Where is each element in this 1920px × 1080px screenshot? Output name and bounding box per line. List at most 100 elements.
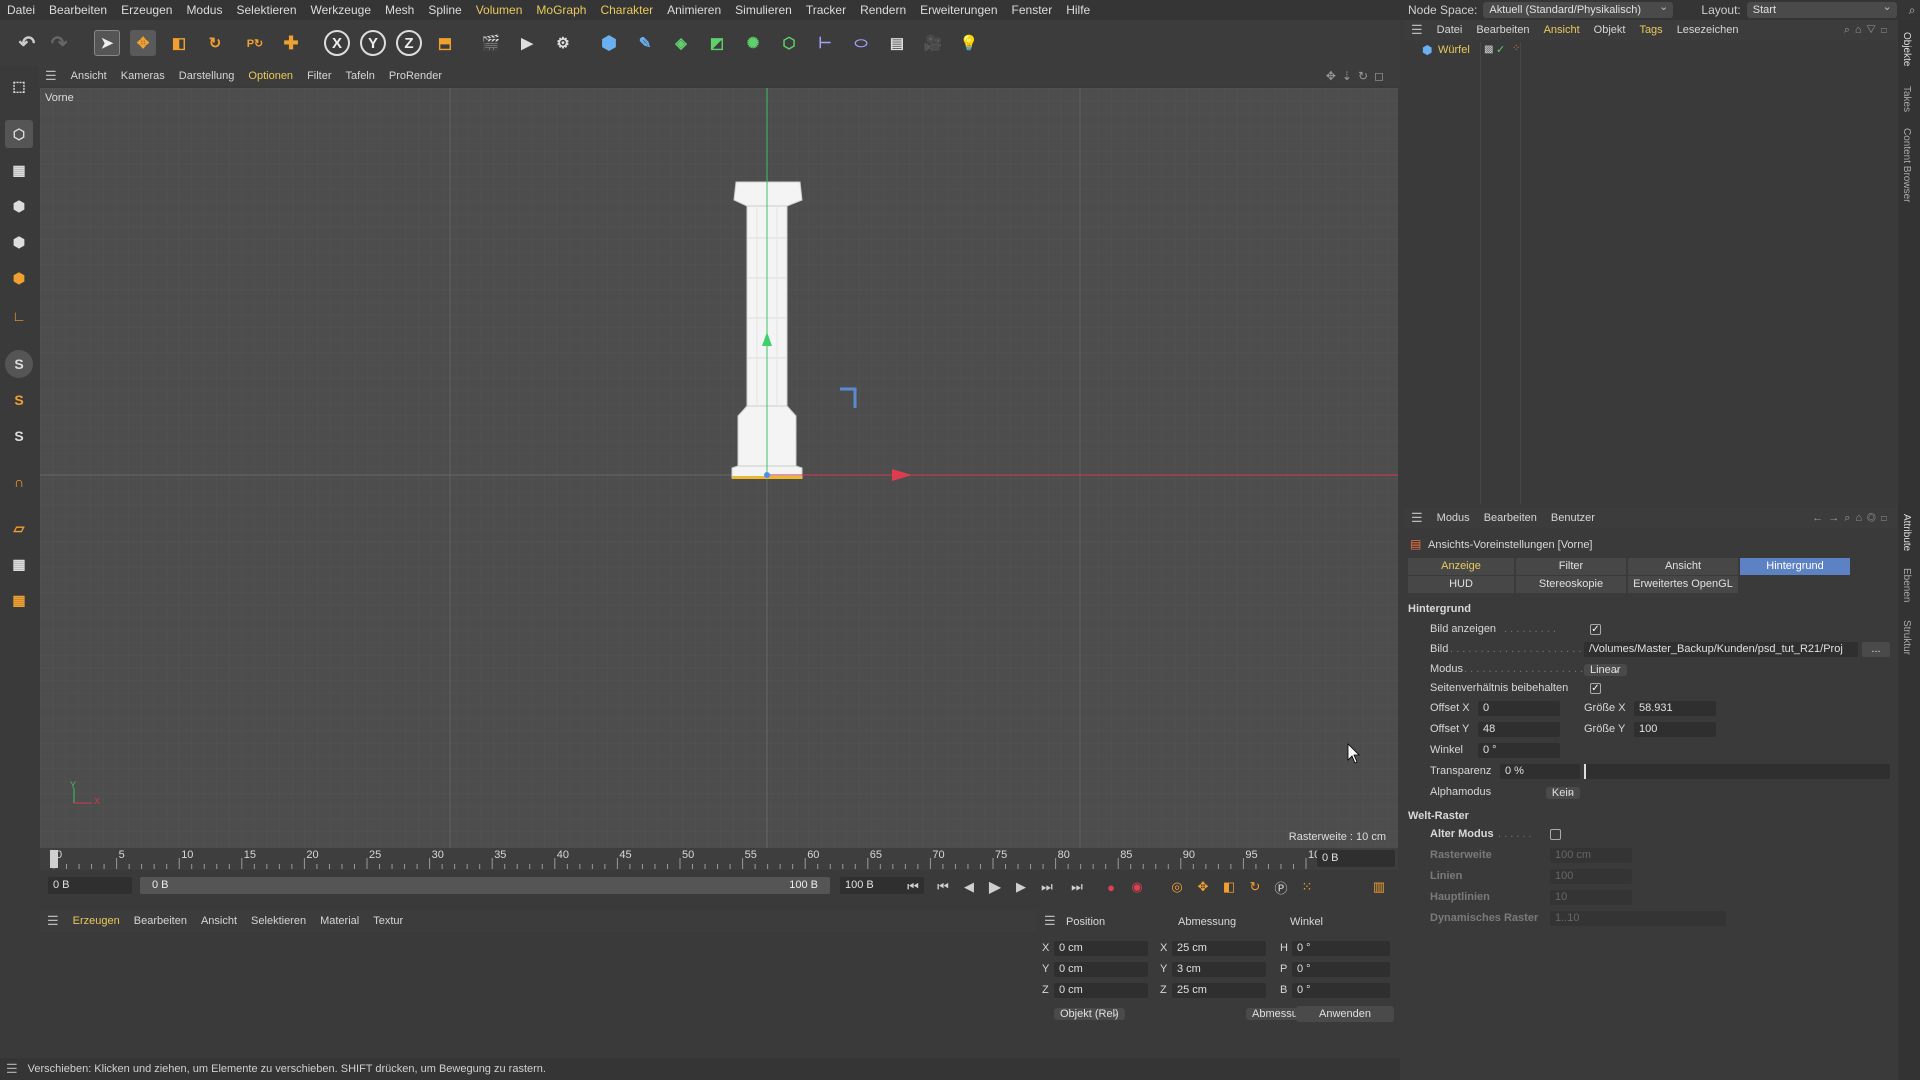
play-icon[interactable]: ▶ bbox=[984, 876, 1006, 898]
side-tab-takes[interactable]: Takes bbox=[1901, 86, 1912, 112]
vp-menu-filter[interactable]: Filter bbox=[300, 70, 338, 82]
nodespace-select[interactable]: Aktuell (Standard/Physikalisch) bbox=[1483, 0, 1674, 18]
size-y-field[interactable]: 100 bbox=[1634, 722, 1716, 737]
old-mode-checkbox[interactable] bbox=[1550, 829, 1561, 840]
obj-menu-objekt[interactable]: Objekt bbox=[1587, 24, 1633, 36]
tab-hud[interactable]: HUD bbox=[1408, 576, 1514, 593]
coordinate-system-icon[interactable]: ⬒ bbox=[430, 28, 460, 58]
menu-erweiterungen[interactable]: Erweiterungen bbox=[913, 0, 1004, 20]
menu-tracker[interactable]: Tracker bbox=[799, 0, 853, 20]
magnet-icon[interactable]: ∩ bbox=[5, 468, 33, 496]
image-browse-button[interactable]: ... bbox=[1862, 642, 1890, 657]
key-position-icon[interactable]: ✥ bbox=[1192, 876, 1214, 898]
obj-menu-ansicht[interactable]: Ansicht bbox=[1537, 24, 1587, 36]
side-tab-attribute[interactable]: Attribute bbox=[1901, 514, 1912, 551]
vp-menu-prorender[interactable]: ProRender bbox=[382, 70, 449, 82]
axis-origin-handle[interactable] bbox=[764, 472, 770, 478]
attr-menu-modus[interactable]: Modus bbox=[1430, 512, 1477, 524]
menu-werkzeuge[interactable]: Werkzeuge bbox=[304, 0, 378, 20]
field-icon[interactable]: ⊢ bbox=[810, 28, 840, 58]
size-x-field[interactable]: 58.931 bbox=[1634, 701, 1716, 716]
obj-menu-lesezeichen[interactable]: Lesezeichen bbox=[1670, 24, 1746, 36]
cube-object-icon[interactable]: ⬢ bbox=[594, 28, 624, 58]
menu-mesh[interactable]: Mesh bbox=[378, 0, 421, 20]
camera-icon[interactable]: 🎥 bbox=[918, 28, 948, 58]
menu-fenster[interactable]: Fenster bbox=[1005, 0, 1060, 20]
image-path-field[interactable]: /Volumes/Master_Backup/Kunden/psd_tut_R2… bbox=[1584, 642, 1858, 657]
pen-spline-icon[interactable]: ✎ bbox=[630, 28, 660, 58]
side-tab-content-browser[interactable]: Content Browser bbox=[1901, 128, 1912, 202]
angle-field[interactable]: 0 ° bbox=[1478, 743, 1560, 758]
timeline-ruler[interactable]: 0510152025303540455055606570758085909510… bbox=[40, 848, 1398, 870]
render-view-icon[interactable]: 🎬 bbox=[476, 28, 506, 58]
objmgr-hamburger-icon[interactable]: ☰ bbox=[1404, 22, 1430, 38]
offset-x-field[interactable]: 0 bbox=[1478, 701, 1560, 716]
rot-b-field[interactable]: 0 ° bbox=[1292, 983, 1390, 998]
mat-menu-selektieren[interactable]: Selektieren bbox=[244, 915, 313, 927]
status-hamburger-icon[interactable]: ☰ bbox=[6, 1061, 18, 1077]
lock-workplane-icon[interactable]: ▦ bbox=[5, 550, 33, 578]
main-lines-field[interactable]: 10 bbox=[1550, 890, 1632, 905]
rot-h-field[interactable]: 0 ° bbox=[1292, 941, 1390, 956]
key-parameter-icon[interactable]: Ⓟ bbox=[1270, 876, 1292, 898]
objmgr-tool-icons[interactable]: ⌕⌂▽◻ bbox=[1844, 24, 1892, 37]
viewport[interactable]: Vorne Y X Rasterweite : 10 cm bbox=[40, 88, 1398, 848]
object-enabled-icon[interactable]: ✓ bbox=[1496, 43, 1505, 56]
current-frame-field[interactable]: 0 B bbox=[1317, 850, 1395, 867]
hamburger-icon[interactable]: ☰ bbox=[38, 68, 64, 84]
scale-tool-icon[interactable]: ◧ bbox=[164, 28, 194, 58]
dim-z-field[interactable]: 25 cm bbox=[1172, 983, 1266, 998]
mat-menu-erzeugen[interactable]: Erzeugen bbox=[66, 915, 127, 927]
cloner-icon[interactable]: ✺ bbox=[738, 28, 768, 58]
subdivision-icon[interactable]: ◈ bbox=[666, 28, 696, 58]
timeline-window-icon[interactable]: ▥ bbox=[1368, 876, 1390, 898]
offset-y-field[interactable]: 48 bbox=[1478, 722, 1560, 737]
record-keys-icon[interactable]: ● bbox=[1100, 876, 1122, 898]
slider-knob[interactable] bbox=[1584, 764, 1586, 779]
transparency-slider[interactable] bbox=[1584, 764, 1890, 779]
side-tab-objekte[interactable]: Objekte bbox=[1901, 32, 1912, 66]
obj-menu-bearbeiten[interactable]: Bearbeiten bbox=[1469, 24, 1536, 36]
menu-bearbeiten[interactable]: Bearbeiten bbox=[42, 0, 114, 20]
menu-erzeugen[interactable]: Erzeugen bbox=[114, 0, 179, 20]
mode-select[interactable]: Linear bbox=[1584, 664, 1627, 676]
key-selection-icon[interactable]: ◎ bbox=[1166, 876, 1188, 898]
attr-menu-bearbeiten[interactable]: Bearbeiten bbox=[1477, 512, 1544, 524]
grid-width-field[interactable]: 100 cm bbox=[1550, 848, 1632, 863]
obj-menu-datei[interactable]: Datei bbox=[1430, 24, 1470, 36]
attr-menu-benutzer[interactable]: Benutzer bbox=[1544, 512, 1602, 524]
object-row[interactable]: ⬢ Würfel ▩ ✓ ⁘ bbox=[1404, 42, 1898, 58]
vp-menu-optionen[interactable]: Optionen bbox=[241, 70, 300, 82]
vp-menu-tafeln[interactable]: Tafeln bbox=[339, 70, 382, 82]
dynamic-grid-select[interactable]: 1..10 bbox=[1550, 911, 1726, 926]
auto-key-icon[interactable]: ◉ bbox=[1126, 876, 1148, 898]
alpha-mode-select[interactable]: Kein bbox=[1545, 787, 1580, 799]
start-frame-field[interactable]: 0 B bbox=[48, 877, 132, 894]
aspect-checkbox[interactable]: ✓ bbox=[1590, 683, 1601, 694]
model-mode-icon[interactable]: ⬡ bbox=[5, 120, 33, 148]
lines-field[interactable]: 100 bbox=[1550, 869, 1632, 884]
attr-tool-icons[interactable]: ←→⌕⌂◎◻ bbox=[1812, 512, 1892, 525]
move-tool-icon[interactable]: ✥ bbox=[128, 28, 158, 58]
rot-p-field[interactable]: 0 ° bbox=[1292, 962, 1390, 977]
goto-end-icon[interactable]: ⏭ bbox=[1066, 876, 1088, 898]
vp-menu-darstellung[interactable]: Darstellung bbox=[172, 70, 242, 82]
points-mode-icon[interactable]: ⬢ bbox=[5, 192, 33, 220]
render-settings-icon[interactable]: ⚙ bbox=[548, 28, 578, 58]
mograph-icon[interactable]: ⬡ bbox=[774, 28, 804, 58]
menu-modus[interactable]: Modus bbox=[179, 0, 229, 20]
mat-menu-bearbeiten[interactable]: Bearbeiten bbox=[127, 915, 194, 927]
attr-hamburger-icon[interactable]: ☰ bbox=[1404, 510, 1430, 526]
tab-stereoskopie[interactable]: Stereoskopie bbox=[1516, 576, 1626, 593]
show-image-checkbox[interactable]: ✓ bbox=[1590, 624, 1601, 635]
floor-icon[interactable]: ▤ bbox=[882, 28, 912, 58]
select-tool-icon[interactable]: ➤ bbox=[92, 28, 122, 58]
vp-menu-kameras[interactable]: Kameras bbox=[114, 70, 172, 82]
volume-icon[interactable]: ⬭ bbox=[846, 28, 876, 58]
snap-icon[interactable]: S bbox=[5, 350, 33, 378]
pos-x-field[interactable]: 0 cm bbox=[1054, 941, 1148, 956]
axis-y-lock-button[interactable]: Y bbox=[358, 28, 388, 58]
undo-icon[interactable]: ↶ bbox=[12, 28, 42, 58]
key-rotation-icon[interactable]: ↻ bbox=[1244, 876, 1266, 898]
vp-menu-ansicht[interactable]: Ansicht bbox=[64, 70, 114, 82]
